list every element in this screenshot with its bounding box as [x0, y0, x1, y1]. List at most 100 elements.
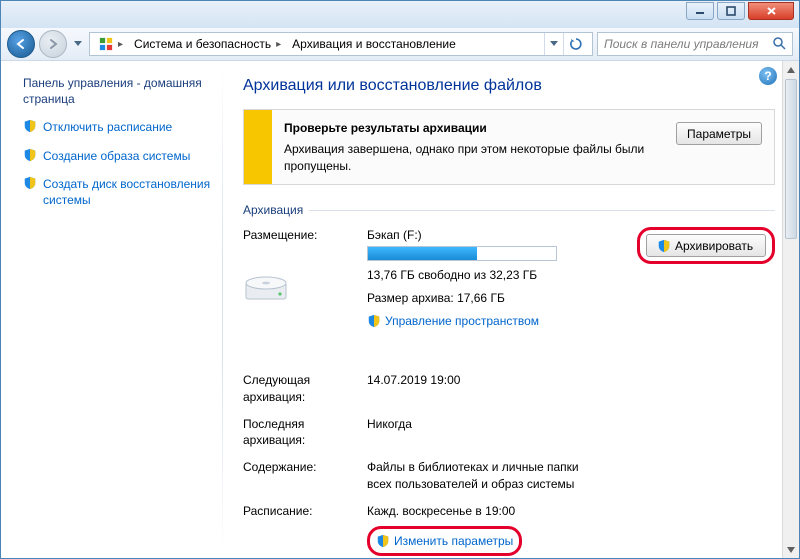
disk-usage-bar — [367, 246, 557, 261]
nav-back-button[interactable] — [7, 30, 35, 58]
banner-body: Проверьте результаты архивации Архивация… — [272, 110, 676, 184]
chevron-down-icon — [74, 41, 82, 47]
control-panel-icon — [99, 37, 113, 51]
triangle-up-icon — [787, 67, 795, 73]
archive-size: Размер архива: 17,66 ГБ — [367, 290, 627, 307]
banner-options-button[interactable]: Параметры — [676, 122, 762, 145]
sidebar-home-link[interactable]: Панель управления - домашняя страница — [23, 75, 211, 107]
breadcrumb-label: Архивация и восстановление — [292, 37, 456, 51]
search-placeholder: Поиск в панели управления — [604, 37, 759, 51]
disk-usage-fill — [368, 247, 477, 260]
search-input[interactable]: Поиск в панели управления — [597, 32, 793, 56]
disk-image-wrap — [243, 263, 367, 308]
content: ? Архивация или восстановление файлов Пр… — [223, 61, 799, 558]
label-location: Размещение: — [243, 227, 367, 244]
breadcrumb-label: Система и безопасность — [134, 37, 271, 51]
shield-icon — [23, 148, 37, 162]
scrollbar[interactable] — [782, 61, 799, 558]
scroll-thumb[interactable] — [785, 79, 797, 239]
row-schedule: Расписание: Кажд. воскресенье в 19:00 — [243, 503, 775, 520]
sidebar-link-recovery-disk[interactable]: Создать диск восстановления системы — [23, 176, 211, 208]
nav-history-dropdown[interactable] — [71, 34, 85, 54]
change-params-link[interactable]: Изменить параметры — [376, 533, 513, 550]
scroll-up-button[interactable] — [783, 61, 799, 78]
sidebar-link-disable-schedule[interactable]: Отключить расписание — [23, 119, 211, 135]
shield-icon — [657, 239, 671, 253]
disk-drive-icon — [243, 269, 289, 305]
close-button[interactable] — [748, 2, 794, 20]
divider — [309, 210, 775, 211]
shield-icon — [367, 314, 381, 328]
row-next-backup: Следующая архивация: 14.07.2019 19:00 — [243, 372, 775, 406]
close-icon — [766, 6, 777, 16]
label-last: Последняя архивация: — [243, 416, 367, 450]
sidebar: Панель управления - домашняя страница От… — [1, 61, 223, 558]
breadcrumb-item-1[interactable]: Система и безопасность ▸ — [129, 33, 287, 55]
row-last-backup: Последняя архивация: Никогда — [243, 416, 775, 450]
chevron-down-icon — [550, 41, 558, 47]
scroll-down-button[interactable] — [783, 541, 799, 558]
refresh-button[interactable] — [563, 33, 588, 55]
results-banner: Проверьте результаты архивации Архивация… — [243, 109, 775, 185]
arrow-left-icon — [14, 37, 28, 51]
breadcrumb-dropdown[interactable] — [544, 33, 563, 55]
group-title: Архивация — [243, 203, 775, 217]
breadcrumb-sep: ▸ — [275, 39, 282, 50]
shield-icon — [23, 176, 37, 190]
body: Панель управления - домашняя страница От… — [1, 61, 799, 558]
content-inner: Архивация или восстановление файлов Пров… — [223, 61, 799, 558]
help-button[interactable]: ? — [759, 67, 777, 85]
value-next: 14.07.2019 19:00 — [367, 372, 775, 389]
label-next: Следующая архивация: — [243, 372, 367, 406]
value-location: Бэкап (F:) 13,76 ГБ свободно из 32,23 ГБ… — [367, 227, 627, 333]
manage-space-link[interactable]: Управление пространством — [367, 313, 539, 330]
value-content: Файлы в библиотеках и личные папки всех … — [367, 459, 597, 493]
minimize-icon — [695, 6, 705, 16]
backup-button-wrap: Архивировать — [637, 227, 775, 264]
titlebar — [1, 1, 799, 28]
value-schedule: Кажд. воскресенье в 19:00 — [367, 503, 775, 520]
breadcrumb-item-2[interactable]: Архивация и восстановление — [287, 33, 461, 55]
maximize-button[interactable] — [717, 2, 745, 20]
minimize-button[interactable] — [686, 2, 714, 20]
search-icon — [772, 36, 786, 53]
triangle-down-icon — [787, 547, 795, 553]
navbar: ▸ Система и безопасность ▸ Архивация и в… — [1, 28, 799, 61]
backup-now-button[interactable]: Архивировать — [646, 234, 766, 257]
label-content: Содержание: — [243, 459, 367, 476]
maximize-icon — [726, 6, 736, 16]
page-title: Архивация или восстановление файлов — [243, 77, 775, 95]
value-last: Никогда — [367, 416, 775, 433]
banner-color-bar — [244, 110, 272, 184]
button-label: Архивировать — [675, 239, 753, 253]
scroll-track[interactable] — [783, 240, 799, 541]
label-schedule: Расписание: — [243, 503, 367, 520]
link-label: Изменить параметры — [394, 533, 513, 550]
refresh-icon — [569, 37, 583, 51]
window-buttons — [686, 2, 794, 20]
highlight-ring: Архивировать — [637, 227, 775, 264]
sidebar-item-label: Отключить расписание — [43, 119, 172, 135]
location-name: Бэкап (F:) — [367, 227, 627, 244]
breadcrumb-sep: ▸ — [117, 39, 124, 50]
shield-icon — [376, 534, 390, 548]
banner-side: Параметры — [676, 110, 774, 145]
sidebar-item-label: Создать диск восстановления системы — [43, 176, 211, 208]
shield-icon — [23, 119, 37, 133]
link-label: Управление пространством — [385, 313, 539, 330]
free-space: 13,76 ГБ свободно из 32,23 ГБ — [367, 267, 627, 284]
row-content: Содержание: Файлы в библиотеках и личные… — [243, 459, 775, 493]
arrow-right-icon — [46, 37, 60, 51]
banner-heading: Проверьте результаты архивации — [284, 120, 664, 137]
group-label: Архивация — [243, 203, 303, 217]
sidebar-item-label: Создание образа системы — [43, 148, 190, 164]
window: ▸ Система и безопасность ▸ Архивация и в… — [0, 0, 800, 559]
highlight-ring: Изменить параметры — [367, 526, 522, 557]
breadcrumb[interactable]: ▸ Система и безопасность ▸ Архивация и в… — [89, 32, 593, 56]
banner-text: Архивация завершена, однако при этом нек… — [284, 142, 644, 173]
nav-forward-button[interactable] — [39, 30, 67, 58]
breadcrumb-root[interactable]: ▸ — [94, 33, 129, 55]
button-label: Параметры — [687, 127, 751, 141]
sidebar-link-create-image[interactable]: Создание образа системы — [23, 148, 211, 164]
change-params-wrap: Изменить параметры — [367, 526, 775, 557]
